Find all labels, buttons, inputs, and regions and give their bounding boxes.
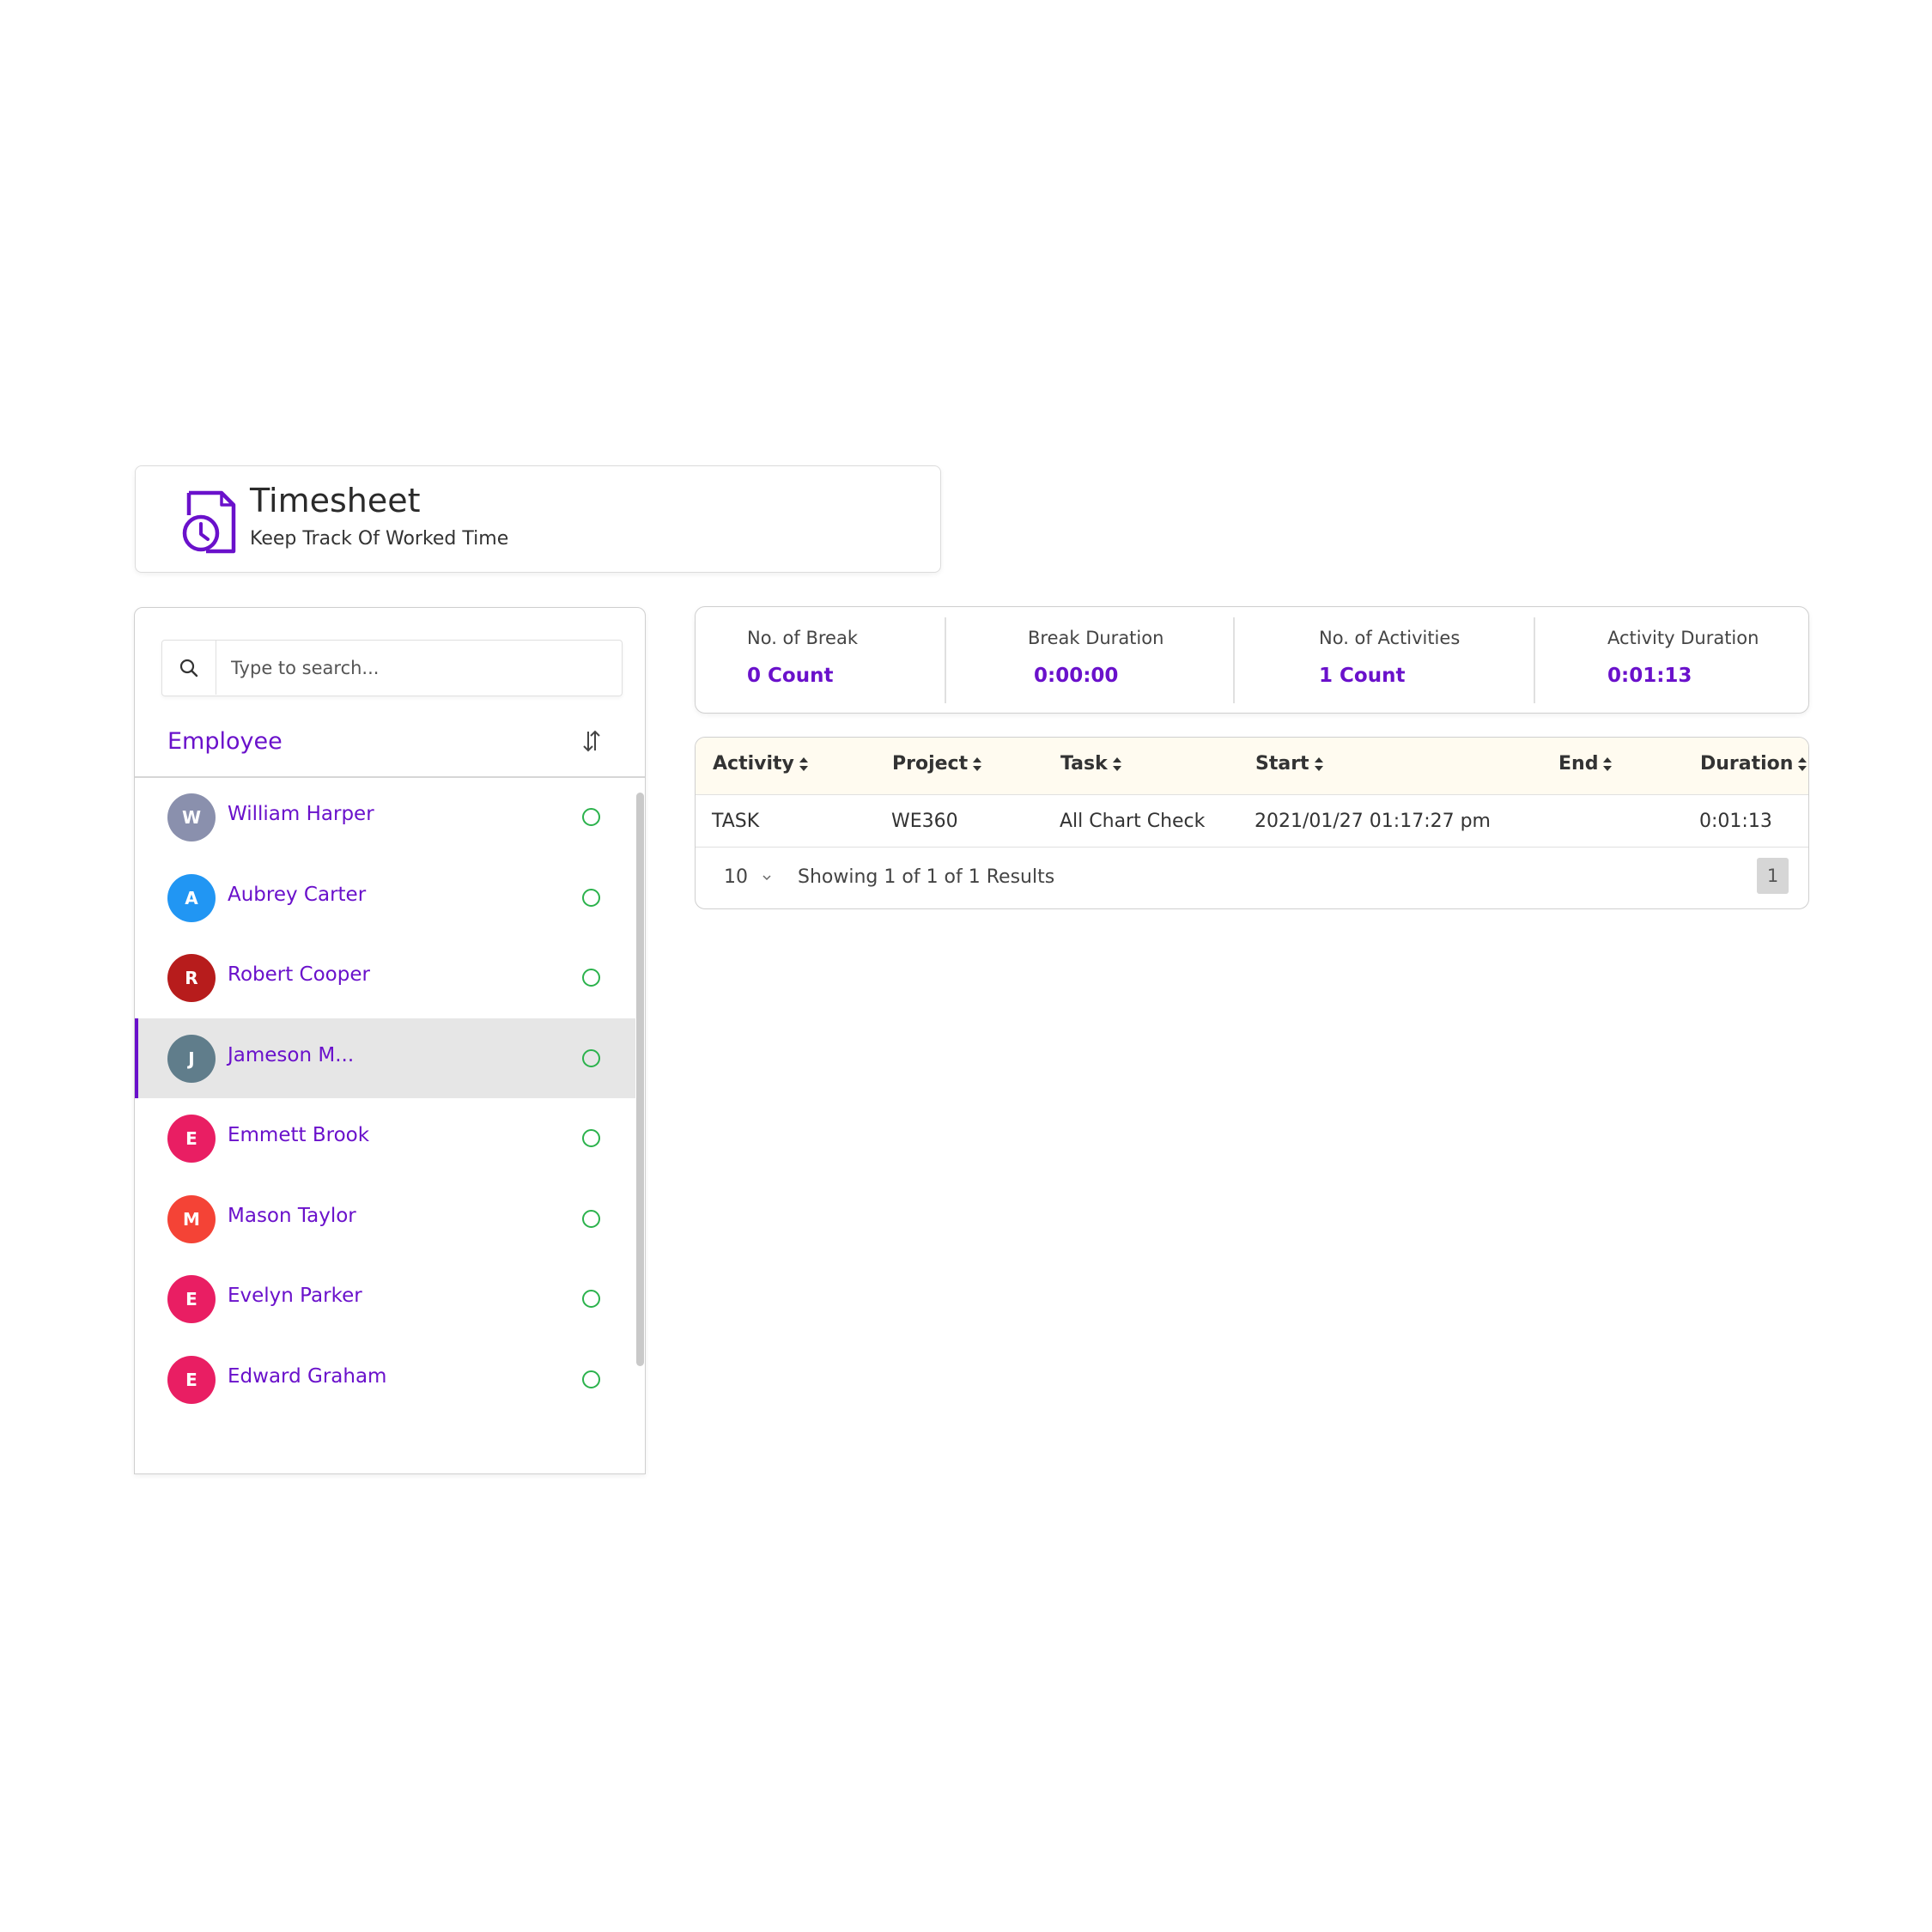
stat-label: No. of Activities — [1319, 628, 1461, 648]
employee-name[interactable]: Emmett Brook — [228, 1124, 369, 1146]
avatar: J — [167, 1034, 216, 1083]
stat-item: No. of Break 0 Count — [696, 607, 945, 713]
stat-label: Break Duration — [1028, 628, 1164, 648]
page-title: Timesheet — [250, 482, 421, 519]
column-header-label: End — [1558, 753, 1599, 775]
employee-name[interactable]: Robert Cooper — [228, 963, 370, 986]
employee-panel: Employee W William Harper A Aubrey Carter RR… — [134, 607, 646, 1474]
status-circle-icon — [582, 969, 600, 987]
avatar: M — [167, 1194, 216, 1243]
table-cell: All Chart Check — [1060, 811, 1206, 832]
page-header: Timesheet Keep Track Of Worked Time — [135, 465, 941, 573]
activity-table: Activity Project Task Start End Duration TASK… — [695, 737, 1809, 909]
search-input[interactable] — [217, 641, 626, 695]
stat-item: Activity Duration 0:01:13 — [1534, 607, 1810, 713]
sort-caret-icon[interactable] — [1111, 755, 1123, 774]
divider — [945, 617, 946, 703]
column-header-label: Project — [892, 753, 969, 775]
stat-value: 0 Count — [747, 665, 834, 687]
column-header-label: Duration — [1700, 753, 1794, 775]
avatar: R — [167, 954, 216, 1002]
scrollbar[interactable] — [636, 793, 644, 1366]
table-header: Activity Project Task Start End Duration — [696, 738, 1808, 795]
table-footer: 10 Showing 1 of 1 of 1 Results 1 — [696, 848, 1808, 908]
column-header-label: Start — [1255, 753, 1309, 775]
sort-caret-icon[interactable] — [798, 755, 810, 774]
search-icon[interactable] — [162, 641, 216, 695]
avatar: E — [167, 1275, 216, 1323]
table-cell: WE360 — [891, 811, 958, 832]
employee-item[interactable]: R Robert Cooper — [135, 938, 635, 1018]
stat-item: Break Duration 0:00:00 — [945, 607, 1233, 713]
stat-item: No. of Activities 1 Count — [1233, 607, 1534, 713]
status-circle-icon — [582, 1048, 600, 1067]
table-cell: 0:01:13 — [1699, 811, 1772, 832]
employee-name[interactable]: William Harper — [228, 803, 374, 825]
employee-name[interactable]: Aubrey Carter — [228, 884, 366, 906]
employee-item[interactable]: A Aubrey Carter — [135, 858, 635, 939]
divider — [1534, 617, 1535, 703]
sort-caret-icon[interactable] — [1313, 755, 1325, 774]
column-header[interactable]: Start — [1255, 753, 1325, 775]
employee-item[interactable]: M Mason Taylor — [135, 1179, 635, 1260]
sort-icon[interactable] — [581, 728, 602, 754]
employee-item[interactable]: E Evelyn Parker — [135, 1259, 635, 1340]
stat-value: 1 Count — [1319, 665, 1406, 687]
status-circle-icon — [582, 1370, 600, 1388]
employee-name[interactable]: Mason Taylor — [228, 1205, 356, 1227]
table-cell: 2021/01/27 01:17:27 pm — [1255, 811, 1491, 832]
column-header-label: Task — [1060, 753, 1108, 775]
stat-label: No. of Break — [747, 628, 858, 648]
timesheet-clock-icon — [182, 490, 236, 554]
search-box — [161, 640, 626, 696]
status-circle-icon — [582, 1129, 600, 1147]
avatar: E — [167, 1115, 216, 1163]
divider — [1233, 617, 1235, 703]
employee-name[interactable]: Evelyn Parker — [228, 1285, 362, 1307]
chevron-down-icon[interactable] — [761, 873, 773, 882]
avatar: E — [167, 1355, 216, 1404]
column-header[interactable]: Activity — [713, 753, 810, 775]
pagination-page-button[interactable]: 1 — [1757, 858, 1789, 894]
employee-item[interactable]: E Edward Graham — [135, 1340, 635, 1420]
status-circle-icon — [582, 888, 600, 907]
employee-name[interactable]: Edward Graham — [228, 1365, 386, 1388]
status-circle-icon — [582, 1290, 600, 1308]
employee-name[interactable]: Jameson M... — [228, 1044, 354, 1066]
stat-value: 0:00:00 — [1034, 665, 1119, 687]
employee-heading: Employee — [167, 728, 283, 755]
stat-value: 0:01:13 — [1607, 665, 1692, 687]
stat-label: Activity Duration — [1607, 628, 1759, 648]
page-size-select[interactable]: 10 — [724, 866, 748, 888]
employee-list: W William Harper A Aubrey Carter R Robert Coo… — [135, 777, 635, 1419]
avatar: W — [167, 793, 216, 841]
column-header[interactable]: Project — [892, 753, 983, 775]
status-circle-icon — [582, 1209, 600, 1228]
column-header[interactable]: Task — [1060, 753, 1123, 775]
results-summary: Showing 1 of 1 of 1 Results — [798, 866, 1055, 888]
sort-caret-icon[interactable] — [1796, 755, 1808, 774]
avatar: A — [167, 873, 216, 922]
employee-item[interactable]: J Jameson M... — [135, 1018, 635, 1098]
employee-item[interactable]: E Emmett Brook — [135, 1098, 635, 1179]
page-subtitle: Keep Track Of Worked Time — [250, 528, 509, 550]
column-header[interactable]: End — [1558, 753, 1613, 775]
status-circle-icon — [582, 808, 600, 826]
table-row: TASK WE360 All Chart Check 2021/01/27 01:17… — [696, 795, 1808, 848]
stats-summary: No. of Break 0 Count Break Duration 0:00:00… — [695, 606, 1809, 714]
sort-caret-icon[interactable] — [1601, 755, 1613, 774]
column-header[interactable]: Duration — [1700, 753, 1808, 775]
table-cell: TASK — [712, 811, 760, 832]
column-header-label: Activity — [713, 753, 794, 775]
sort-caret-icon[interactable] — [971, 755, 983, 774]
employee-item[interactable]: W William Harper — [135, 777, 635, 858]
